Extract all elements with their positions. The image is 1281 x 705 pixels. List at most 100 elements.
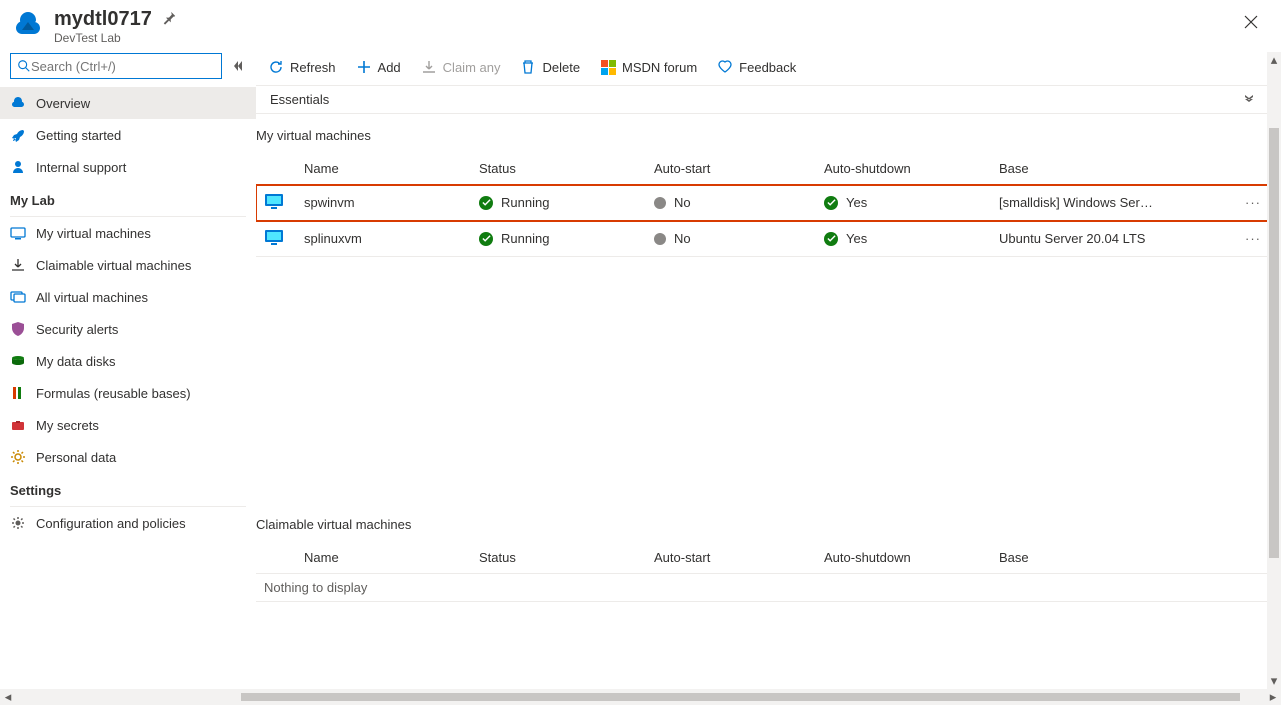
msdn-forum-button[interactable]: MSDN forum: [592, 55, 705, 79]
nav-label: All virtual machines: [36, 290, 148, 305]
refresh-icon: [268, 59, 284, 75]
support-icon: [10, 159, 26, 175]
lab-icon: [12, 8, 44, 40]
nav-internal-support[interactable]: Internal support: [0, 151, 256, 183]
nav-label: Configuration and policies: [36, 516, 186, 531]
vm-row-icon: [264, 199, 284, 214]
vm-autoshutdown: Yes: [846, 195, 867, 210]
scroll-down-icon[interactable]: ▾: [1267, 673, 1281, 689]
search-icon: [17, 59, 31, 73]
col-autoshutdown[interactable]: Auto-shutdown: [816, 542, 991, 574]
status-ok-icon: [479, 196, 493, 210]
nav-label: Claimable virtual machines: [36, 258, 191, 273]
dot-icon: [654, 233, 666, 245]
settings-icon: [10, 515, 26, 531]
feedback-button[interactable]: Feedback: [709, 55, 804, 79]
refresh-button[interactable]: Refresh: [260, 55, 344, 79]
claim-any-button: Claim any: [413, 55, 509, 79]
vm-name: splinuxvm: [296, 221, 471, 257]
vm-status: Running: [501, 231, 549, 246]
vm-base: Ubuntu Server 20.04 LTS: [999, 231, 1145, 246]
download-icon: [10, 257, 26, 273]
my-vms-table: Name Status Auto-start Auto-shutdown Bas…: [256, 153, 1269, 257]
claim-icon: [421, 59, 437, 75]
vertical-scrollbar[interactable]: ▴ ▾: [1267, 52, 1281, 689]
nav-label: Overview: [36, 96, 90, 111]
vms-icon: [10, 289, 26, 305]
nav-claimable-vms[interactable]: Claimable virtual machines: [0, 249, 256, 281]
msdn-icon: [600, 59, 616, 75]
col-base[interactable]: Base: [991, 153, 1237, 185]
vm-row-icon: [264, 235, 284, 250]
nav-group-settings: Settings: [0, 473, 256, 504]
row-more-button[interactable]: ···: [1237, 185, 1269, 221]
nav-personal-data[interactable]: Personal data: [0, 441, 256, 473]
status-ok-icon: [824, 196, 838, 210]
disk-icon: [10, 353, 26, 369]
nav-overview[interactable]: Overview: [0, 87, 256, 119]
heart-icon: [717, 59, 733, 75]
col-status[interactable]: Status: [471, 153, 646, 185]
col-autostart[interactable]: Auto-start: [646, 153, 816, 185]
vm-status: Running: [501, 195, 549, 210]
nav-label: Internal support: [36, 160, 126, 175]
delete-button[interactable]: Delete: [512, 55, 588, 79]
nav-my-vms[interactable]: My virtual machines: [0, 217, 256, 249]
nav-getting-started[interactable]: Getting started: [0, 119, 256, 151]
table-row[interactable]: splinuxvmRunningNoYesUbuntu Server 20.04…: [256, 221, 1269, 257]
overview-icon: [10, 95, 26, 111]
status-ok-icon: [479, 232, 493, 246]
nav-all-vms[interactable]: All virtual machines: [0, 281, 256, 313]
nav-config-policies[interactable]: Configuration and policies: [0, 507, 256, 539]
nav-label: Formulas (reusable bases): [36, 386, 191, 401]
horizontal-scrollbar[interactable]: ◂ ▸: [0, 689, 1281, 705]
nav-security-alerts[interactable]: Security alerts: [0, 313, 256, 345]
scroll-right-icon[interactable]: ▸: [1265, 689, 1281, 705]
add-button[interactable]: Add: [348, 55, 409, 79]
search-box[interactable]: [10, 53, 222, 79]
vm-autostart: No: [674, 195, 691, 210]
empty-message: Nothing to display: [256, 574, 1269, 602]
scroll-left-icon[interactable]: ◂: [0, 689, 16, 705]
scroll-up-icon[interactable]: ▴: [1267, 52, 1281, 68]
table-row[interactable]: spwinvmRunningNoYes[smalldisk] Windows S…: [256, 185, 1269, 221]
page-subtitle: DevTest Lab: [54, 31, 1241, 45]
col-autostart[interactable]: Auto-start: [646, 542, 816, 574]
essentials-label: Essentials: [270, 92, 329, 107]
col-name[interactable]: Name: [296, 542, 471, 574]
rocket-icon: [10, 127, 26, 143]
col-base[interactable]: Base: [991, 542, 1239, 574]
pin-icon[interactable]: [162, 11, 176, 28]
dot-icon: [654, 197, 666, 209]
claimable-vms-title: Claimable virtual machines: [256, 517, 1269, 532]
search-input[interactable]: [31, 59, 215, 74]
nav-label: My secrets: [36, 418, 99, 433]
row-more-button[interactable]: ···: [1237, 221, 1269, 257]
vm-base: [smalldisk] Windows Serve...: [999, 195, 1159, 210]
table-header-row: Name Status Auto-start Auto-shutdown Bas…: [256, 153, 1269, 185]
nav-label: My data disks: [36, 354, 115, 369]
col-name[interactable]: Name: [296, 153, 471, 185]
chevron-down-icon: [1243, 92, 1255, 107]
page-title: mydtl0717: [54, 8, 152, 31]
vm-autostart: No: [674, 231, 691, 246]
essentials-accordion[interactable]: Essentials: [256, 85, 1269, 114]
shield-icon: [10, 321, 26, 337]
nav-label: Personal data: [36, 450, 116, 465]
table-header-row: Name Status Auto-start Auto-shutdown Bas…: [256, 542, 1269, 574]
nav-label: My virtual machines: [36, 226, 151, 241]
status-ok-icon: [824, 232, 838, 246]
formula-icon: [10, 385, 26, 401]
nav-formulas[interactable]: Formulas (reusable bases): [0, 377, 256, 409]
my-vms-title: My virtual machines: [256, 128, 1269, 143]
close-button[interactable]: [1241, 12, 1261, 32]
collapse-sidebar-button[interactable]: [228, 56, 248, 76]
claimable-vms-table: Name Status Auto-start Auto-shutdown Bas…: [256, 542, 1269, 602]
col-status[interactable]: Status: [471, 542, 646, 574]
nav-group-mylab: My Lab: [0, 183, 256, 214]
col-autoshutdown[interactable]: Auto-shutdown: [816, 153, 991, 185]
nav-label: Getting started: [36, 128, 121, 143]
vm-icon: [10, 225, 26, 241]
nav-secrets[interactable]: My secrets: [0, 409, 256, 441]
nav-data-disks[interactable]: My data disks: [0, 345, 256, 377]
